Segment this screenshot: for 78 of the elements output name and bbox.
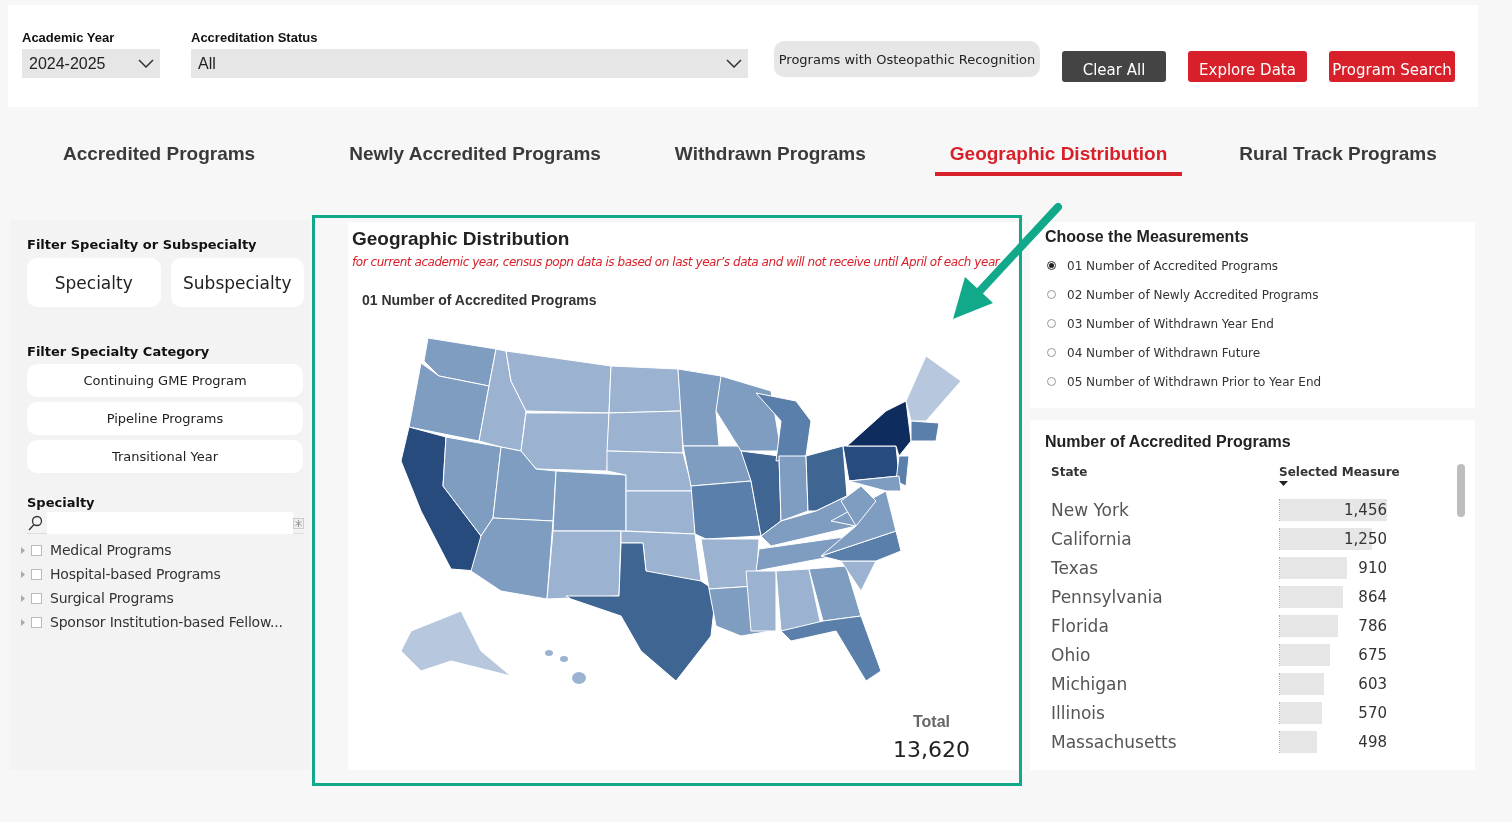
value-cell: 603 (1358, 674, 1387, 693)
search-icon (27, 515, 43, 531)
map-title: 01 Number of Accredited Programs (362, 292, 598, 308)
tab[interactable]: Newly Accredited Programs (334, 123, 616, 176)
value-cell: 864 (1358, 587, 1387, 606)
us-map-drawing[interactable] (400, 337, 962, 684)
sort-down-icon[interactable] (1279, 481, 1288, 486)
status-dropdown[interactable]: All (191, 49, 748, 78)
radio-button[interactable] (1047, 261, 1056, 270)
list-item-label: Surgical Programs (50, 590, 174, 606)
tab[interactable]: Withdrawn Programs (659, 123, 881, 176)
radio-button[interactable] (1047, 319, 1056, 328)
radio-label[interactable]: 02 Number of Newly Accredited Programs (1067, 287, 1319, 302)
expand-caret-icon[interactable] (21, 570, 25, 578)
radio-button[interactable] (1047, 290, 1056, 299)
category-button[interactable]: Pipeline Programs (27, 402, 303, 435)
column-header[interactable]: Selected Measure (1279, 465, 1400, 479)
expand-caret-icon[interactable] (21, 594, 25, 602)
value-cell: 498 (1358, 732, 1387, 751)
section-title: Specialty (27, 495, 96, 510)
value-cell: 675 (1358, 645, 1387, 664)
state-cell-text: Massachusetts (1051, 731, 1178, 752)
radio-button[interactable] (1047, 377, 1056, 386)
expand-caret-icon[interactable] (21, 546, 25, 554)
note-text: for current academic year, census popn data is based on last year’s data and will not receive until April of each year. (352, 255, 1003, 269)
checkbox[interactable] (31, 544, 42, 556)
scrollbar-thumb[interactable] (1457, 464, 1465, 517)
checkbox[interactable] (31, 568, 42, 580)
value-cell: 1,250 (1344, 529, 1387, 548)
state-cell-text: Pennsylvania (1051, 586, 1164, 607)
chevron-down-icon (138, 59, 154, 68)
category-button[interactable]: Transitional Year (27, 440, 303, 473)
value-cell: 910 (1358, 558, 1387, 577)
radio-button[interactable] (1047, 348, 1056, 357)
table-title: Number of Accredited Programs (1045, 433, 1292, 451)
filter-button[interactable]: Specialty (27, 258, 161, 307)
radio-label[interactable]: 03 Number of Withdrawn Year End (1067, 316, 1274, 331)
value-cell: 570 (1358, 703, 1387, 722)
checkbox[interactable] (31, 592, 42, 604)
section-title: Filter Specialty or Subspecialty (27, 237, 258, 252)
state-cell-text: Michigan (1051, 673, 1129, 694)
panel-title: Choose the Measurements (1045, 228, 1250, 246)
chevron-down-icon (726, 59, 742, 68)
card-title: Geographic Distribution (352, 228, 571, 250)
clear-icon[interactable] (293, 517, 304, 529)
action-button[interactable]: Program Search (1329, 51, 1455, 82)
category-button[interactable]: Continuing GME Program (27, 364, 303, 397)
tab[interactable]: Accredited Programs (48, 123, 271, 176)
filter-button[interactable]: Subspecialty (170, 258, 304, 307)
column-header[interactable]: State (1051, 465, 1279, 495)
list-item-label: Sponsor Institution-based Fellow... (50, 614, 283, 630)
radio-label[interactable]: 04 Number of Withdrawn Future (1067, 345, 1261, 360)
state-cell-text: Texas (1051, 557, 1099, 578)
year-dropdown[interactable]: 2024-2025 (22, 49, 160, 78)
tab[interactable]: Rural Track Programs (1224, 123, 1452, 176)
filter-label: Accreditation Status (191, 30, 319, 47)
checkbox[interactable] (31, 616, 42, 628)
radio-label[interactable]: 01 Number of Accredited Programs (1067, 258, 1279, 273)
state-cell-text: Illinois (1051, 702, 1106, 723)
total-value: 13,620 (893, 737, 970, 762)
value-cell: 786 (1358, 616, 1387, 635)
toggle-button[interactable]: Programs with Osteopathic Recognition (774, 41, 1040, 77)
state-cell-text: Ohio (1051, 644, 1092, 665)
tab[interactable]: Geographic Distribution (934, 123, 1183, 176)
search-field[interactable] (47, 512, 293, 534)
expand-caret-icon[interactable] (21, 618, 25, 626)
state-cell-text: New York (1051, 499, 1130, 520)
value-cell: 1,456 (1344, 500, 1387, 519)
section-title: Filter Specialty Category (27, 344, 211, 359)
action-button[interactable]: Clear All (1062, 51, 1166, 82)
list-item-label: Medical Programs (50, 542, 172, 558)
state-cell-text: California (1051, 528, 1133, 549)
total-label: Total (913, 713, 950, 731)
list-item-label: Hospital-based Programs (50, 566, 221, 582)
state-cell-text: Florida (1051, 615, 1110, 636)
filter-label: Academic Year (22, 30, 116, 47)
radio-label[interactable]: 05 Number of Withdrawn Prior to Year End (1067, 374, 1322, 389)
action-button[interactable]: Explore Data (1188, 51, 1307, 82)
